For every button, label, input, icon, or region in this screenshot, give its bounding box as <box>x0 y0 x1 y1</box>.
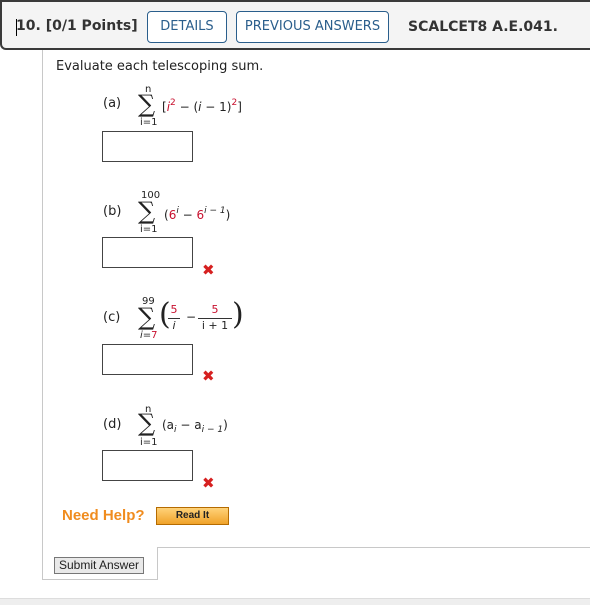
fraction-denominator: i <box>172 319 176 332</box>
course-code: SCALCET8 A.E.041. <box>408 19 558 35</box>
part-b-lower-limit: i=1 <box>140 224 158 235</box>
question-header: 10. [0/1 Points] DETAILS PREVIOUS ANSWER… <box>0 0 590 50</box>
panel-border <box>42 579 158 580</box>
sigma-icon: ∑ <box>138 409 156 437</box>
term: (a <box>162 418 175 432</box>
need-help-label: Need Help? <box>62 507 145 524</box>
lower-var: i= <box>140 330 152 341</box>
answer-input-b[interactable] <box>102 237 193 268</box>
part-a-lower-limit: i=1 <box>140 117 158 128</box>
term: − a <box>176 418 202 432</box>
bracket: ] <box>237 100 242 114</box>
part-c-lower-limit: i=7 <box>140 330 158 341</box>
operator: − <box>178 208 197 222</box>
answer-input-a[interactable] <box>102 131 193 162</box>
details-button[interactable]: DETAILS <box>147 11 227 43</box>
right-paren: ) <box>232 297 244 332</box>
subscript: i − 1 <box>201 425 224 435</box>
incorrect-icon: ✖ <box>202 474 215 492</box>
fraction-numerator: 5 <box>211 303 219 316</box>
part-b-label: (b) <box>103 204 122 219</box>
submit-answer-button[interactable]: Submit Answer <box>54 557 144 574</box>
lower-value: 7 <box>151 330 158 341</box>
minus-sign: − <box>186 310 197 324</box>
question-points: [0/1 Points] <box>45 18 138 34</box>
read-it-button[interactable]: Read It <box>156 507 229 525</box>
fraction-denominator: i + 1 <box>201 319 229 332</box>
operator: − ( <box>175 100 199 114</box>
paren: ) <box>223 418 228 432</box>
part-a-label: (a) <box>103 96 122 111</box>
question-title: 10. [0/1 Points] <box>16 18 138 34</box>
sigma-icon: ∑ <box>138 197 156 225</box>
fraction-numerator: 5 <box>170 303 178 316</box>
part-d-expression: (ai − ai − 1) <box>162 418 228 435</box>
operator: − 1) <box>201 100 232 114</box>
answer-input-c[interactable] <box>102 344 193 375</box>
part-c-label: (c) <box>103 310 121 325</box>
incorrect-icon: ✖ <box>202 261 215 279</box>
question-prompt: Evaluate each telescoping sum. <box>56 59 264 74</box>
part-d-lower-limit: i=1 <box>140 437 158 448</box>
incorrect-icon: ✖ <box>202 367 215 385</box>
part-b-expression: (6i − 6i − 1) <box>164 206 230 222</box>
panel-border <box>42 50 43 580</box>
question-number: 10. <box>16 18 41 34</box>
sigma-icon: ∑ <box>138 303 156 331</box>
sigma-icon: ∑ <box>138 90 156 118</box>
panel-border <box>157 547 590 548</box>
panel-border <box>157 548 158 580</box>
previous-answers-button[interactable]: PREVIOUS ANSWERS <box>236 11 389 43</box>
exponent: i − 1 <box>204 206 226 216</box>
part-a-expression: [i2 − (i − 1)2] <box>162 98 242 114</box>
paren: ) <box>225 208 231 222</box>
answer-input-d[interactable] <box>102 450 193 481</box>
part-d-label: (d) <box>103 417 122 432</box>
